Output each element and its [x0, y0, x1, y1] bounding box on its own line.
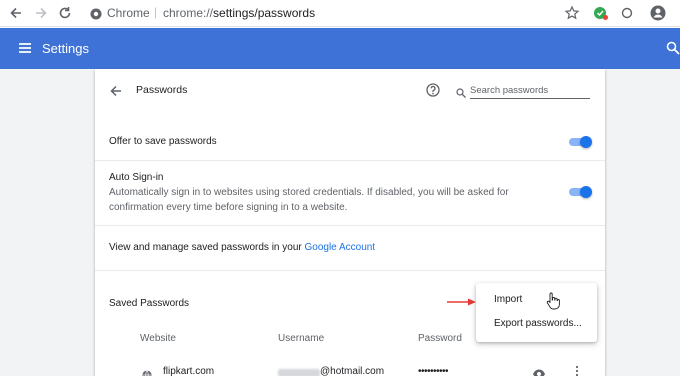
url-path: settings/passwords [213, 6, 316, 20]
row-username[interactable]: @hotmail.com [320, 366, 384, 376]
extension-icon[interactable] [593, 5, 609, 21]
globe-icon [142, 367, 152, 376]
row-website[interactable]: flipkart.com [163, 366, 214, 376]
annotation-arrow-icon [446, 294, 478, 306]
omnibox[interactable]: Chrome | chrome://settings/passwords [84, 3, 584, 24]
url-text: chrome://settings/passwords [163, 6, 315, 20]
auto-signin-description-line1: Automatically sign in to websites using … [109, 187, 509, 198]
hamburger-menu-icon[interactable] [18, 41, 32, 55]
settings-search-icon[interactable] [666, 41, 680, 55]
offer-to-save-label: Offer to save passwords [109, 136, 217, 147]
manage-passwords-text: View and manage saved passwords in your … [109, 242, 375, 253]
page-title: Passwords [136, 84, 188, 96]
export-passwords-menu-item[interactable]: Export passwords... [476, 313, 597, 335]
divider [95, 270, 605, 271]
divider [95, 225, 605, 226]
auto-signin-label: Auto Sign-in [109, 172, 164, 183]
reload-icon[interactable] [57, 5, 73, 21]
back-icon[interactable] [8, 5, 24, 21]
extension-circle-icon[interactable] [619, 5, 635, 21]
divider [95, 160, 605, 161]
hand-cursor-icon [546, 292, 560, 310]
star-icon[interactable] [564, 5, 580, 21]
manage-text: View and manage saved passwords in your [109, 242, 305, 253]
chrome-site-icon [90, 7, 102, 20]
url-separator: | [154, 5, 158, 19]
offer-to-save-toggle[interactable] [569, 135, 592, 149]
more-actions-icon[interactable] [574, 364, 580, 376]
row-password: •••••••••• [418, 366, 449, 376]
search-icon [456, 85, 466, 98]
show-password-eye-icon[interactable] [532, 366, 546, 376]
url-scheme: chrome:// [163, 6, 214, 20]
profile-avatar-icon[interactable] [650, 5, 666, 21]
auto-signin-toggle[interactable] [569, 185, 592, 199]
settings-header: Settings [0, 28, 680, 69]
column-header-website: Website [140, 333, 176, 344]
search-passwords-input[interactable] [470, 83, 590, 99]
import-menu-item[interactable]: Import [476, 289, 597, 311]
google-account-link[interactable]: Google Account [304, 242, 375, 253]
back-arrow-icon[interactable] [109, 84, 123, 98]
redacted-username [278, 369, 320, 376]
site-name: Chrome [107, 6, 150, 20]
column-header-username: Username [278, 333, 325, 344]
toggle-knob [580, 136, 592, 148]
saved-passwords-heading: Saved Passwords [109, 298, 190, 309]
passwords-action-menu: Import Export passwords... [476, 283, 597, 342]
help-icon[interactable] [426, 83, 440, 97]
settings-title: Settings [42, 41, 89, 56]
toggle-knob [580, 186, 592, 198]
browser-toolbar: Chrome | chrome://settings/passwords [0, 0, 680, 27]
forward-icon[interactable] [33, 5, 49, 21]
column-header-password: Password [418, 333, 462, 344]
auto-signin-description-line2: confirmation every time before signing i… [109, 202, 348, 213]
